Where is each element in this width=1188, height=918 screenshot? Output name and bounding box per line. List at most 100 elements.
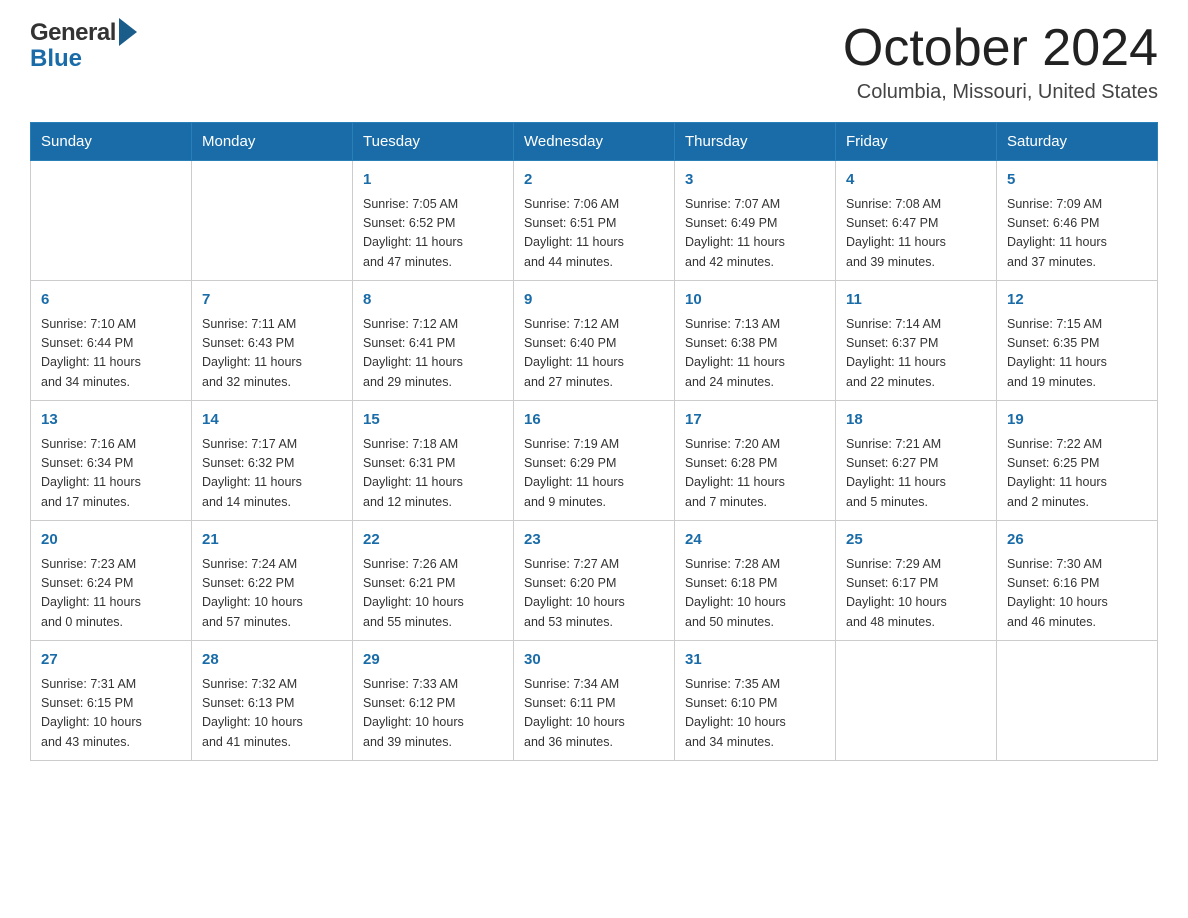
day-number: 2 [524,169,664,192]
day-content: Sunrise: 7:28 AM Sunset: 6:18 PM Dayligh… [685,555,825,633]
day-content: Sunrise: 7:18 AM Sunset: 6:31 PM Dayligh… [363,435,503,513]
day-number: 25 [846,529,986,552]
day-number: 7 [202,289,342,312]
day-content: Sunrise: 7:32 AM Sunset: 6:13 PM Dayligh… [202,675,342,753]
page-title: October 2024 [843,20,1158,77]
day-content: Sunrise: 7:30 AM Sunset: 6:16 PM Dayligh… [1007,555,1147,633]
day-content: Sunrise: 7:17 AM Sunset: 6:32 PM Dayligh… [202,435,342,513]
calendar-cell: 8 Sunrise: 7:12 AM Sunset: 6:41 PM Daylig… [353,281,514,401]
day-of-week-header: Monday [192,123,353,161]
day-number: 18 [846,409,986,432]
calendar-week-row: 27Sunrise: 7:31 AM Sunset: 6:15 PM Dayli… [31,641,1158,761]
calendar-cell: 13 Sunrise: 7:16 AM Sunset: 6:34 PM Dayli… [31,401,192,521]
day-number: 5 [1007,169,1147,192]
day-number: 6 [41,289,181,312]
calendar-cell: 19 Sunrise: 7:22 AM Sunset: 6:25 PM Dayli… [997,401,1158,521]
calendar-cell: 21Sunrise: 7:24 AM Sunset: 6:22 PM Dayli… [192,521,353,641]
day-number: 13 [41,409,181,432]
calendar-cell: 28 Sunrise: 7:32 AM Sunset: 6:13 PM Dayli… [192,641,353,761]
day-content: Sunrise: 7:08 AM Sunset: 6:47 PM Dayligh… [846,195,986,273]
calendar-cell: 2 Sunrise: 7:06 AM Sunset: 6:51 PM Daylig… [514,161,675,281]
day-number: 26 [1007,529,1147,552]
calendar-cell: 9Sunrise: 7:12 AM Sunset: 6:40 PM Daylig… [514,281,675,401]
day-of-week-header: Saturday [997,123,1158,161]
calendar-cell: 5 Sunrise: 7:09 AM Sunset: 6:46 PM Daylig… [997,161,1158,281]
calendar-cell: 6 Sunrise: 7:10 AM Sunset: 6:44 PM Daylig… [31,281,192,401]
calendar-cell: 30Sunrise: 7:34 AM Sunset: 6:11 PM Dayli… [514,641,675,761]
calendar-cell: 26 Sunrise: 7:30 AM Sunset: 6:16 PM Dayli… [997,521,1158,641]
logo: General Blue [30,20,137,73]
day-number: 4 [846,169,986,192]
day-number: 22 [363,529,503,552]
day-number: 21 [202,529,342,552]
day-content: Sunrise: 7:26 AM Sunset: 6:21 PM Dayligh… [363,555,503,633]
day-number: 8 [363,289,503,312]
day-number: 15 [363,409,503,432]
calendar-week-row: 20 Sunrise: 7:23 AM Sunset: 6:24 PM Dayli… [31,521,1158,641]
day-number: 14 [202,409,342,432]
day-content: Sunrise: 7:10 AM Sunset: 6:44 PM Dayligh… [41,315,181,393]
day-content: Sunrise: 7:07 AM Sunset: 6:49 PM Dayligh… [685,195,825,273]
day-content: Sunrise: 7:14 AM Sunset: 6:37 PM Dayligh… [846,315,986,393]
day-content: Sunrise: 7:16 AM Sunset: 6:34 PM Dayligh… [41,435,181,513]
calendar-week-row: 6 Sunrise: 7:10 AM Sunset: 6:44 PM Daylig… [31,281,1158,401]
calendar-week-row: 13 Sunrise: 7:16 AM Sunset: 6:34 PM Dayli… [31,401,1158,521]
day-of-week-header: Thursday [675,123,836,161]
day-content: Sunrise: 7:05 AM Sunset: 6:52 PM Dayligh… [363,195,503,273]
day-of-week-header: Sunday [31,123,192,161]
day-content: Sunrise: 7:11 AM Sunset: 6:43 PM Dayligh… [202,315,342,393]
day-content: Sunrise: 7:31 AM Sunset: 6:15 PM Dayligh… [41,675,181,753]
calendar-cell: 17 Sunrise: 7:20 AM Sunset: 6:28 PM Dayli… [675,401,836,521]
calendar-cell: 11Sunrise: 7:14 AM Sunset: 6:37 PM Dayli… [836,281,997,401]
day-content: Sunrise: 7:22 AM Sunset: 6:25 PM Dayligh… [1007,435,1147,513]
day-number: 29 [363,649,503,672]
day-of-week-header: Friday [836,123,997,161]
calendar-cell: 3Sunrise: 7:07 AM Sunset: 6:49 PM Daylig… [675,161,836,281]
calendar-cell [31,161,192,281]
day-number: 17 [685,409,825,432]
calendar-cell: 24 Sunrise: 7:28 AM Sunset: 6:18 PM Dayli… [675,521,836,641]
day-number: 30 [524,649,664,672]
calendar-cell [836,641,997,761]
day-number: 28 [202,649,342,672]
day-content: Sunrise: 7:12 AM Sunset: 6:40 PM Dayligh… [524,315,664,393]
day-content: Sunrise: 7:23 AM Sunset: 6:24 PM Dayligh… [41,555,181,633]
calendar-cell: 27Sunrise: 7:31 AM Sunset: 6:15 PM Dayli… [31,641,192,761]
day-content: Sunrise: 7:33 AM Sunset: 6:12 PM Dayligh… [363,675,503,753]
day-content: Sunrise: 7:20 AM Sunset: 6:28 PM Dayligh… [685,435,825,513]
day-number: 24 [685,529,825,552]
day-content: Sunrise: 7:12 AM Sunset: 6:41 PM Dayligh… [363,315,503,393]
title-block: October 2024 Columbia, Missouri, United … [843,20,1158,104]
calendar-cell: 31Sunrise: 7:35 AM Sunset: 6:10 PM Dayli… [675,641,836,761]
day-number: 16 [524,409,664,432]
calendar-cell: 18 Sunrise: 7:21 AM Sunset: 6:27 PM Dayli… [836,401,997,521]
day-number: 20 [41,529,181,552]
day-content: Sunrise: 7:09 AM Sunset: 6:46 PM Dayligh… [1007,195,1147,273]
day-number: 19 [1007,409,1147,432]
day-number: 31 [685,649,825,672]
logo-blue-text: Blue [30,45,82,72]
day-content: Sunrise: 7:27 AM Sunset: 6:20 PM Dayligh… [524,555,664,633]
calendar-cell: 10 Sunrise: 7:13 AM Sunset: 6:38 PM Dayli… [675,281,836,401]
logo-triangle-icon [119,18,137,46]
day-content: Sunrise: 7:15 AM Sunset: 6:35 PM Dayligh… [1007,315,1147,393]
calendar-cell [997,641,1158,761]
calendar-cell: 14 Sunrise: 7:17 AM Sunset: 6:32 PM Dayli… [192,401,353,521]
day-content: Sunrise: 7:29 AM Sunset: 6:17 PM Dayligh… [846,555,986,633]
day-of-week-header: Wednesday [514,123,675,161]
calendar-cell: 23Sunrise: 7:27 AM Sunset: 6:20 PM Dayli… [514,521,675,641]
day-content: Sunrise: 7:21 AM Sunset: 6:27 PM Dayligh… [846,435,986,513]
day-content: Sunrise: 7:19 AM Sunset: 6:29 PM Dayligh… [524,435,664,513]
logo-general-text: General [30,20,116,46]
calendar-cell: 7 Sunrise: 7:11 AM Sunset: 6:43 PM Daylig… [192,281,353,401]
calendar-cell: 22 Sunrise: 7:26 AM Sunset: 6:21 PM Dayli… [353,521,514,641]
calendar-cell [192,161,353,281]
day-number: 1 [363,169,503,192]
day-number: 10 [685,289,825,312]
day-of-week-header: Tuesday [353,123,514,161]
day-content: Sunrise: 7:06 AM Sunset: 6:51 PM Dayligh… [524,195,664,273]
calendar-header-row: SundayMondayTuesdayWednesdayThursdayFrid… [31,123,1158,161]
day-content: Sunrise: 7:13 AM Sunset: 6:38 PM Dayligh… [685,315,825,393]
calendar-cell: 15 Sunrise: 7:18 AM Sunset: 6:31 PM Dayli… [353,401,514,521]
page-header: General Blue October 2024 Columbia, Miss… [30,20,1158,104]
